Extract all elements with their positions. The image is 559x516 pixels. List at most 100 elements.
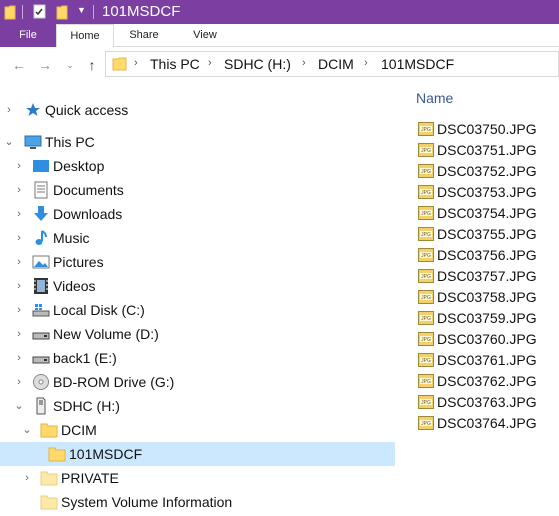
file-row[interactable]: JPG DSC03753.JPG [416, 182, 559, 203]
chevron-right-icon[interactable]: › [22, 471, 32, 485]
file-row[interactable]: JPG DSC03755.JPG [416, 224, 559, 245]
documents-icon [34, 181, 48, 199]
chevron-down-icon[interactable]: ⌄ [22, 423, 32, 437]
sidebar-item-quick-access[interactable]: › Quick access [0, 98, 395, 122]
sidebar-item-bd-rom[interactable]: › BD-ROM Drive (G:) [0, 370, 395, 394]
chevron-right-icon[interactable]: › [14, 279, 24, 293]
file-row[interactable]: JPG DSC03752.JPG [416, 161, 559, 182]
jpg-file-icon: JPG [418, 353, 434, 367]
chevron-right-icon[interactable]: › [14, 327, 24, 341]
sidebar-item-desktop[interactable]: › Desktop [0, 154, 395, 178]
file-name: DSC03755.JPG [437, 226, 537, 242]
folder-icon [40, 495, 58, 510]
chevron-right-icon[interactable]: › [14, 207, 24, 221]
svg-text:JPG: JPG [421, 148, 431, 154]
properties-icon[interactable] [33, 4, 47, 20]
file-row[interactable]: JPG DSC03751.JPG [416, 140, 559, 161]
sidebar-item-label: System Volume Information [61, 494, 233, 510]
breadcrumb-101msdcf[interactable]: 101MSDCF [381, 56, 454, 72]
sidebar-item-private[interactable]: › PRIVATE [0, 466, 395, 490]
chevron-right-icon[interactable]: › [14, 351, 24, 365]
jpg-file-icon: JPG [418, 311, 434, 325]
drive-icon [32, 356, 50, 364]
chevron-right-icon[interactable]: › [14, 255, 24, 269]
disc-icon [33, 374, 49, 390]
file-row[interactable]: JPG DSC03754.JPG [416, 203, 559, 224]
tab-share[interactable]: Share [114, 24, 174, 47]
star-icon [26, 103, 40, 116]
file-row[interactable]: JPG DSC03757.JPG [416, 266, 559, 287]
file-row[interactable]: JPG DSC03756.JPG [416, 245, 559, 266]
file-row[interactable]: JPG DSC03759.JPG [416, 308, 559, 329]
chevron-down-icon[interactable]: ⌄ [4, 135, 14, 149]
chevron-right-icon[interactable]: › [302, 57, 306, 69]
music-icon [35, 230, 47, 245]
tab-file[interactable]: File [0, 24, 56, 47]
sidebar-item-downloads[interactable]: › Downloads [0, 202, 395, 226]
chevron-right-icon[interactable]: › [14, 231, 24, 245]
svg-text:JPG: JPG [421, 379, 431, 385]
address-bar[interactable]: › This PC › SDHC (H:) › DCIM › 101MSDCF [105, 51, 559, 77]
file-row[interactable]: JPG DSC03761.JPG [416, 350, 559, 371]
chevron-down-icon[interactable]: ⌄ [14, 399, 24, 413]
file-row[interactable]: JPG DSC03760.JPG [416, 329, 559, 350]
svg-text:JPG: JPG [421, 295, 431, 301]
sidebar-item-videos[interactable]: › Videos [0, 274, 395, 298]
breadcrumb-sdhc[interactable]: SDHC (H:) [224, 56, 291, 72]
file-name: DSC03750.JPG [437, 121, 537, 137]
tab-home[interactable]: Home [56, 24, 114, 47]
computer-icon [24, 135, 42, 149]
sidebar-item-back1[interactable]: › back1 (E:) [0, 346, 395, 370]
column-header-name[interactable]: Name [416, 90, 453, 106]
sidebar-item-pictures[interactable]: › Pictures [0, 250, 395, 274]
chevron-right-icon[interactable]: › [364, 57, 368, 69]
file-row[interactable]: JPG DSC03750.JPG [416, 119, 559, 140]
sidebar-item-dcim[interactable]: ⌄ DCIM [0, 418, 395, 442]
up-arrow-icon[interactable]: ↑ [83, 56, 101, 74]
recent-locations-icon[interactable]: ⌄ [61, 56, 79, 74]
pictures-icon [32, 255, 50, 269]
file-row[interactable]: JPG DSC03758.JPG [416, 287, 559, 308]
sidebar-item-label: This PC [45, 134, 95, 150]
sidebar-item-local-disk[interactable]: › Local Disk (C:) [0, 298, 395, 322]
svg-text:JPG: JPG [421, 337, 431, 343]
folder-icon[interactable] [4, 4, 16, 20]
sidebar-item-sdhc[interactable]: ⌄ SDHC (H:) [0, 394, 395, 418]
downloads-icon [34, 206, 48, 221]
file-name: DSC03760.JPG [437, 331, 537, 347]
breadcrumb-dcim[interactable]: DCIM [318, 56, 354, 72]
customize-toolbar-icon[interactable]: ▼ [77, 5, 86, 15]
chevron-right-icon[interactable]: › [14, 159, 24, 173]
svg-text:JPG: JPG [421, 253, 431, 259]
jpg-file-icon: JPG [418, 290, 434, 304]
file-row[interactable]: JPG DSC03762.JPG [416, 371, 559, 392]
sidebar-item-documents[interactable]: › Documents [0, 178, 395, 202]
sidebar-item-music[interactable]: › Music [0, 226, 395, 250]
file-name: DSC03756.JPG [437, 247, 537, 263]
chevron-right-icon[interactable]: › [4, 103, 14, 117]
sidebar-item-this-pc[interactable]: ⌄ This PC [0, 130, 395, 154]
folder-icon [48, 447, 66, 462]
jpg-file-icon: JPG [418, 143, 434, 157]
tab-view[interactable]: View [174, 24, 236, 47]
file-name: DSC03754.JPG [437, 205, 537, 221]
file-row[interactable]: JPG DSC03764.JPG [416, 413, 559, 434]
sidebar-item-label: BD-ROM Drive (G:) [53, 374, 175, 390]
chevron-right-icon[interactable]: › [134, 57, 138, 69]
sidebar-item-new-volume[interactable]: › New Volume (D:) [0, 322, 395, 346]
ribbon: File Home Share View [0, 24, 559, 47]
chevron-right-icon[interactable]: › [14, 303, 24, 317]
forward-arrow-icon[interactable]: → [36, 56, 54, 74]
sd-card-icon [36, 397, 46, 415]
chevron-right-icon[interactable]: › [14, 375, 24, 389]
local-disk-icon [32, 304, 50, 317]
breadcrumb-this-pc[interactable]: This PC [150, 56, 200, 72]
file-row[interactable]: JPG DSC03763.JPG [416, 392, 559, 413]
file-name: DSC03751.JPG [437, 142, 537, 158]
chevron-right-icon[interactable]: › [14, 183, 24, 197]
back-arrow-icon[interactable]: ← [10, 56, 28, 74]
sidebar-item-system-volume-information[interactable]: System Volume Information [0, 490, 395, 514]
sidebar-item-101msdcf[interactable]: 101MSDCF [0, 442, 395, 466]
chevron-right-icon[interactable]: › [208, 57, 212, 69]
new-folder-icon[interactable] [56, 4, 68, 20]
